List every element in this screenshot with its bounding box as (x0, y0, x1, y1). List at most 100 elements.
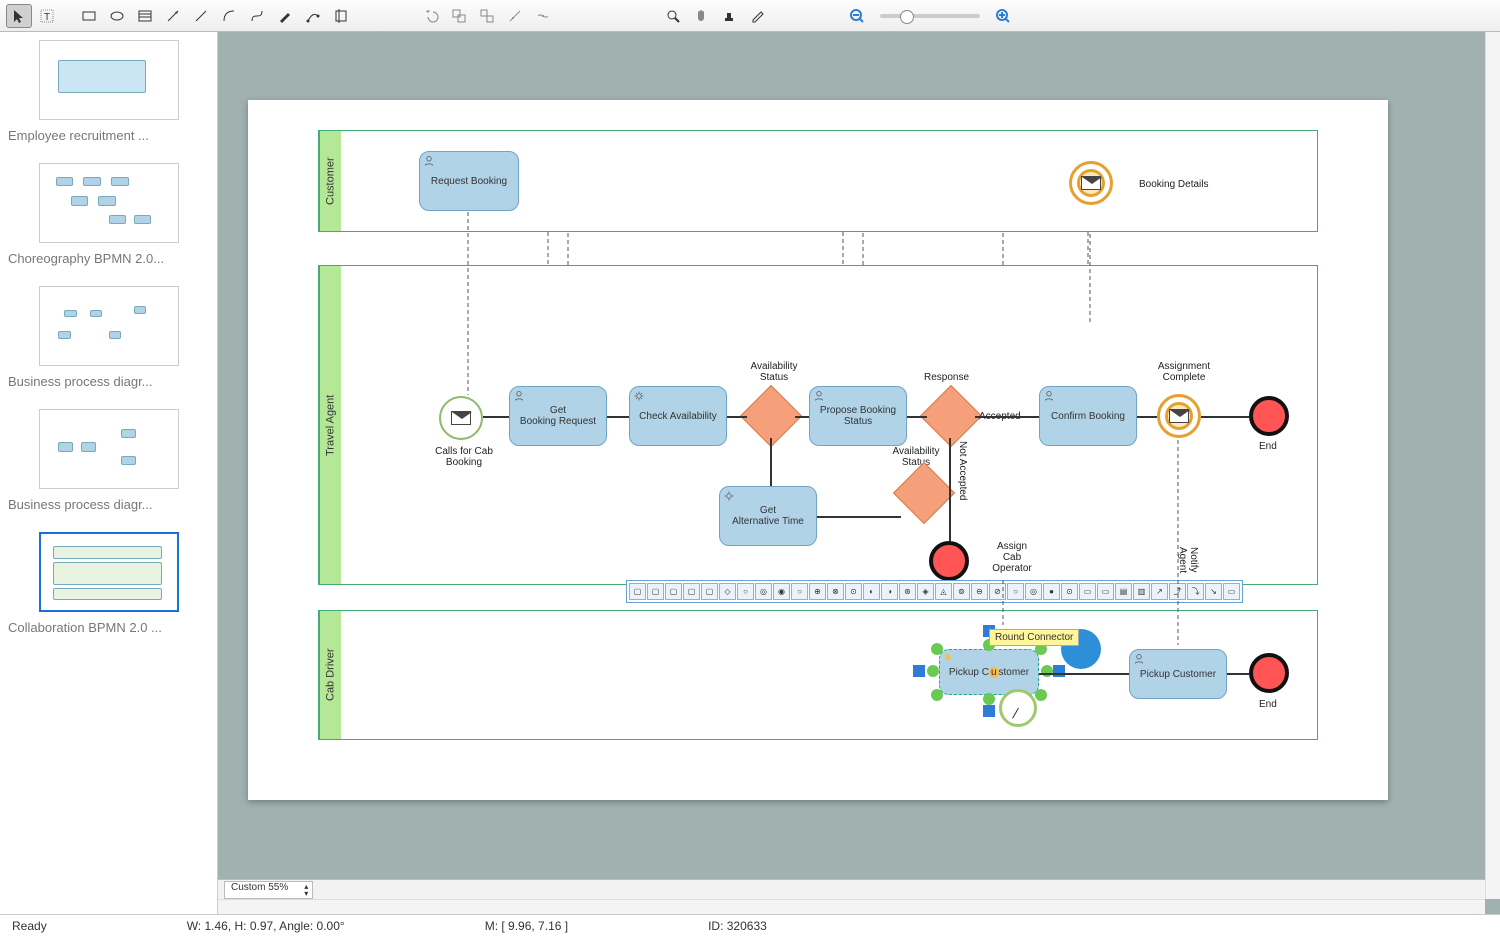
distribute-tool[interactable] (530, 4, 556, 28)
group-tool[interactable] (446, 4, 472, 28)
shape-option[interactable]: ○ (1007, 583, 1024, 600)
resize-handle[interactable] (931, 689, 943, 701)
hand-tool[interactable] (688, 4, 714, 28)
rect-tool[interactable] (76, 4, 102, 28)
gateway-secondary[interactable] (893, 462, 955, 524)
pointer-tool[interactable] (6, 4, 32, 28)
resize-handle[interactable] (1041, 665, 1053, 677)
pen-tool[interactable] (272, 4, 298, 28)
node-edit-tool[interactable] (300, 4, 326, 28)
end-event-3[interactable] (1249, 653, 1289, 693)
vertical-scrollbar[interactable] (1485, 32, 1500, 899)
shape-option[interactable]: ▢ (629, 583, 646, 600)
bezier-tool[interactable] (244, 4, 270, 28)
shape-option[interactable]: ⊘ (989, 583, 1006, 600)
zoom-select[interactable]: Custom 55% ▴▾ (224, 881, 313, 899)
canvas-area[interactable]: Customer Request Booking Booking Details… (218, 32, 1500, 914)
shape-option[interactable]: ▢ (683, 583, 700, 600)
task-request-booking[interactable]: Request Booking (419, 151, 519, 211)
shape-option[interactable]: ⊙ (845, 583, 862, 600)
thumbnail-item[interactable]: Business process diagr... (8, 409, 209, 512)
thumbnail-item[interactable]: Employee recruitment ... (8, 40, 209, 143)
task-confirm-booking[interactable]: Confirm Booking (1039, 386, 1137, 446)
connector-handle[interactable] (913, 665, 925, 677)
zoom-out-tool[interactable] (844, 4, 870, 28)
message-event-2[interactable] (1157, 394, 1201, 438)
connector-handle[interactable] (1053, 665, 1065, 677)
task-check-availability[interactable]: Check Availability (629, 386, 727, 446)
shape-option[interactable]: ⊚ (953, 583, 970, 600)
resize-handle[interactable] (983, 693, 995, 705)
shape-option[interactable]: ◇ (719, 583, 736, 600)
horizontal-scrollbar[interactable] (218, 899, 1485, 914)
ungroup-tool[interactable] (474, 4, 500, 28)
status-bar: Ready W: 1.46, H: 0.97, Angle: 0.00° M: … (0, 914, 1500, 936)
task-pickup-customer[interactable]: Pickup Customer (1129, 649, 1227, 699)
shape-option[interactable]: ◉ (773, 583, 790, 600)
thumbnail-item[interactable]: Business process diagr... (8, 286, 209, 389)
table-tool[interactable] (132, 4, 158, 28)
connector-handle[interactable] (983, 705, 995, 717)
shape-option[interactable]: ⊙ (1061, 583, 1078, 600)
start-event[interactable] (439, 396, 483, 440)
resize-handle[interactable] (1035, 689, 1047, 701)
gateway-response[interactable] (920, 385, 982, 447)
align-tool[interactable] (502, 4, 528, 28)
text-tool[interactable]: T (34, 4, 60, 28)
message-event[interactable] (1069, 161, 1113, 205)
shape-option[interactable]: ○ (737, 583, 754, 600)
user-icon (423, 155, 435, 167)
shape-option[interactable]: ⊕ (809, 583, 826, 600)
zoom-slider[interactable] (880, 14, 980, 18)
shape-option[interactable]: ◈ (917, 583, 934, 600)
line-tool[interactable] (188, 4, 214, 28)
shape-option[interactable]: ◑ (881, 583, 898, 600)
timer-event[interactable] (999, 689, 1037, 727)
shape-option[interactable]: ▭ (1097, 583, 1114, 600)
shape-option[interactable]: ↗ (1151, 583, 1168, 600)
end-event-1[interactable] (929, 541, 969, 581)
shape-option[interactable]: ▤ (1115, 583, 1132, 600)
ellipse-tool[interactable] (104, 4, 130, 28)
shape-option[interactable]: ○ (791, 583, 808, 600)
shape-option[interactable]: ▥ (1133, 583, 1150, 600)
shape-option[interactable]: ● (1043, 583, 1060, 600)
zoom-tool[interactable] (660, 4, 686, 28)
task-get-alternative[interactable]: Get Alternative Time (719, 486, 817, 546)
shape-option[interactable]: ⤴ (1169, 583, 1186, 600)
shape-option[interactable]: ◎ (1025, 583, 1042, 600)
shape-option[interactable]: ▢ (647, 583, 664, 600)
shape-option[interactable]: ⊗ (827, 583, 844, 600)
thumbnail-item[interactable]: Choreography BPMN 2.0... (8, 163, 209, 266)
zoom-in-tool[interactable] (990, 4, 1016, 28)
shape-option[interactable]: ◬ (935, 583, 952, 600)
shape-option[interactable]: ⤵ (1187, 583, 1204, 600)
task-propose-booking[interactable]: Propose Booking Status (809, 386, 907, 446)
stamp-tool[interactable] (716, 4, 742, 28)
shape-option[interactable]: ▭ (1223, 583, 1240, 600)
shape-option[interactable]: ↘ (1205, 583, 1222, 600)
task-get-booking-request[interactable]: Get Booking Request (509, 386, 607, 446)
shape-option[interactable]: ▭ (1079, 583, 1096, 600)
task-pickup-customer-selected[interactable]: Pickup Customer (939, 649, 1039, 695)
thumbnail-item[interactable]: Collaboration BPMN 2.0 ... (8, 532, 209, 635)
shape-option[interactable]: ▢ (701, 583, 718, 600)
pool-travel-agent[interactable]: Travel Agent Calls for Cab Booking Get B… (318, 265, 1318, 585)
resize-handle[interactable] (927, 665, 939, 677)
end-event-2[interactable] (1249, 396, 1289, 436)
resize-handle[interactable] (931, 643, 943, 655)
pool-customer[interactable]: Customer Request Booking Booking Details (318, 130, 1318, 232)
crop-tool[interactable] (328, 4, 354, 28)
shape-option[interactable]: ◐ (863, 583, 880, 600)
curve-tool[interactable] (216, 4, 242, 28)
shape-option[interactable]: ⊖ (971, 583, 988, 600)
arrow-tool[interactable] (160, 4, 186, 28)
shape-option[interactable]: ◎ (755, 583, 772, 600)
eyedrop-tool[interactable] (744, 4, 770, 28)
connector (1227, 673, 1249, 675)
shape-option[interactable]: ⊛ (899, 583, 916, 600)
diagram-canvas[interactable]: Customer Request Booking Booking Details… (248, 100, 1388, 800)
shape-option[interactable]: ▢ (665, 583, 682, 600)
undo-tool[interactable] (418, 4, 444, 28)
pool-cab-driver[interactable]: Cab Driver Pickup Customer (318, 610, 1318, 740)
